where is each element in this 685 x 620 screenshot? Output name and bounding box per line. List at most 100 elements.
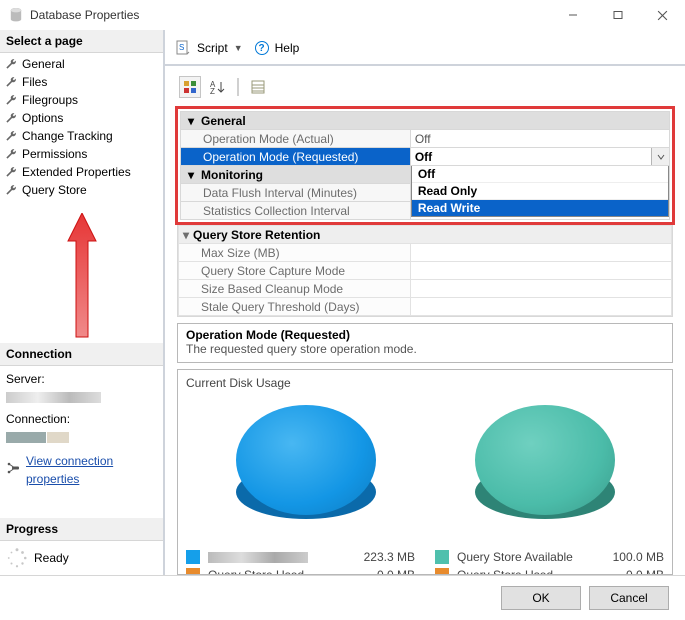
collapse-icon[interactable]: ▾ (185, 114, 197, 128)
page-item-label: General (22, 57, 65, 71)
op-mode-dropdown[interactable]: Off Read Only Read Write (411, 166, 669, 217)
wrench-icon (4, 57, 18, 71)
connection-header: Connection (0, 343, 163, 366)
wrench-icon (4, 75, 18, 89)
page-item-label: Permissions (22, 147, 87, 161)
dropdown-option-read-only[interactable]: Read Only (412, 183, 668, 200)
top-toolbar: S Script ▼ ? Help (165, 32, 685, 66)
view-connection-properties-link[interactable]: View connection properties (26, 452, 157, 488)
help-icon[interactable]: ? (255, 41, 269, 55)
window-minimize-button[interactable] (550, 0, 595, 30)
legend-row: Query Store Used0.0 MB (435, 566, 664, 575)
pie-chart-database (236, 399, 376, 539)
prop-op-mode-requested-value[interactable]: Off (410, 148, 669, 166)
disk-legend: 223.3 MB Query Store Used0.0 MB Query St… (186, 548, 664, 575)
svg-text:Z: Z (210, 87, 215, 95)
script-button[interactable]: Script (197, 41, 228, 55)
page-item-change-tracking[interactable]: Change Tracking (0, 127, 163, 145)
prop-size-cleanup-value[interactable] (410, 280, 671, 298)
connection-value (6, 428, 157, 446)
window-maximize-button[interactable] (595, 0, 640, 30)
dropdown-option-off[interactable]: Off (412, 166, 668, 183)
retention-grid: ▾Query Store Retention Max Size (MB) Que… (177, 225, 673, 317)
prop-stale-threshold-label[interactable]: Stale Query Threshold (Days) (179, 298, 411, 316)
wrench-icon (4, 147, 18, 161)
legend-row: 223.3 MB (186, 548, 415, 566)
page-item-label: Change Tracking (22, 129, 113, 143)
page-item-permissions[interactable]: Permissions (0, 145, 163, 163)
dropdown-option-read-write[interactable]: Read Write (412, 200, 668, 216)
prop-max-size-label[interactable]: Max Size (MB) (179, 244, 411, 262)
legend-name: Query Store Used (208, 568, 351, 575)
alphabetical-button[interactable]: AZ (207, 76, 229, 98)
prop-op-mode-actual-label: Operation Mode (Actual) (181, 130, 411, 148)
page-item-label: Files (22, 75, 47, 89)
pie-chart-querystore (475, 399, 615, 539)
annotation-arrow (0, 205, 163, 343)
prop-stats-interval-label[interactable]: Statistics Collection Interval (181, 202, 411, 220)
page-item-label: Options (22, 111, 63, 125)
category-retention[interactable]: ▾Query Store Retention (179, 226, 672, 244)
category-monitoring[interactable]: ▾Monitoring (181, 166, 411, 184)
page-item-filegroups[interactable]: Filegroups (0, 91, 163, 109)
right-panel: S Script ▼ ? Help AZ ▾General Operation … (165, 30, 685, 575)
prop-capture-mode-label[interactable]: Query Store Capture Mode (179, 262, 411, 280)
cancel-button[interactable]: Cancel (589, 586, 669, 610)
database-icon (8, 7, 24, 23)
disk-usage-title: Current Disk Usage (186, 376, 664, 390)
page-item-label: Extended Properties (22, 165, 131, 179)
description-text: The requested query store operation mode… (186, 342, 664, 356)
categorized-button[interactable] (179, 76, 201, 98)
help-button[interactable]: Help (275, 41, 300, 55)
progress-status: Ready (0, 541, 163, 575)
page-item-query-store[interactable]: Query Store (0, 181, 163, 199)
connection-panel: Server: Connection: View connection prop… (0, 366, 163, 496)
dialog-footer: OK Cancel (0, 575, 685, 620)
page-item-extended-properties[interactable]: Extended Properties (0, 163, 163, 181)
disk-usage-panel: Current Disk Usage 223.3 MB Query Store … (177, 369, 673, 575)
window-titlebar: Database Properties (0, 0, 685, 30)
collapse-icon[interactable]: ▾ (183, 228, 189, 242)
window-close-button[interactable] (640, 0, 685, 30)
legend-swatch (435, 550, 449, 564)
property-grid: ▾General Operation Mode (Actual)Off Oper… (180, 111, 670, 220)
select-page-header: Select a page (0, 30, 163, 53)
connection-label: Connection: (6, 410, 157, 428)
spinner-icon (6, 547, 28, 569)
script-dropdown-icon[interactable]: ▼ (234, 43, 243, 53)
legend-value: 0.0 MB (351, 568, 415, 575)
wrench-icon (4, 165, 18, 179)
dropdown-button[interactable] (651, 148, 669, 165)
legend-value: 0.0 MB (600, 568, 664, 575)
page-item-label: Query Store (22, 183, 87, 197)
property-pages-button[interactable] (247, 76, 269, 98)
prop-op-mode-requested-label[interactable]: Operation Mode (Requested) (181, 148, 411, 166)
prop-op-mode-actual-value: Off (410, 130, 669, 148)
page-item-label: Filegroups (22, 93, 78, 107)
page-item-files[interactable]: Files (0, 73, 163, 91)
page-item-options[interactable]: Options (0, 109, 163, 127)
page-item-general[interactable]: General (0, 55, 163, 73)
legend-name (208, 550, 351, 564)
property-description: Operation Mode (Requested) The requested… (177, 323, 673, 363)
prop-stale-threshold-value[interactable] (410, 298, 671, 316)
connection-icon (6, 461, 20, 480)
script-icon: S (175, 40, 191, 56)
prop-data-flush-label[interactable]: Data Flush Interval (Minutes) (181, 184, 411, 202)
description-title: Operation Mode (Requested) (186, 328, 664, 342)
toolbar-separator (237, 78, 239, 96)
legend-value: 100.0 MB (600, 550, 664, 564)
legend-swatch (186, 550, 200, 564)
collapse-icon[interactable]: ▾ (185, 168, 197, 182)
prop-size-cleanup-label[interactable]: Size Based Cleanup Mode (179, 280, 411, 298)
prop-capture-mode-value[interactable] (410, 262, 671, 280)
server-label: Server: (6, 370, 157, 388)
wrench-icon (4, 93, 18, 107)
progress-text: Ready (34, 551, 69, 565)
page-list: General Files Filegroups Options Change … (0, 53, 163, 205)
prop-max-size-value[interactable] (410, 244, 671, 262)
window-title: Database Properties (30, 8, 550, 22)
ok-button[interactable]: OK (501, 586, 581, 610)
category-general[interactable]: ▾General (181, 112, 670, 130)
legend-row: Query Store Used0.0 MB (186, 566, 415, 575)
